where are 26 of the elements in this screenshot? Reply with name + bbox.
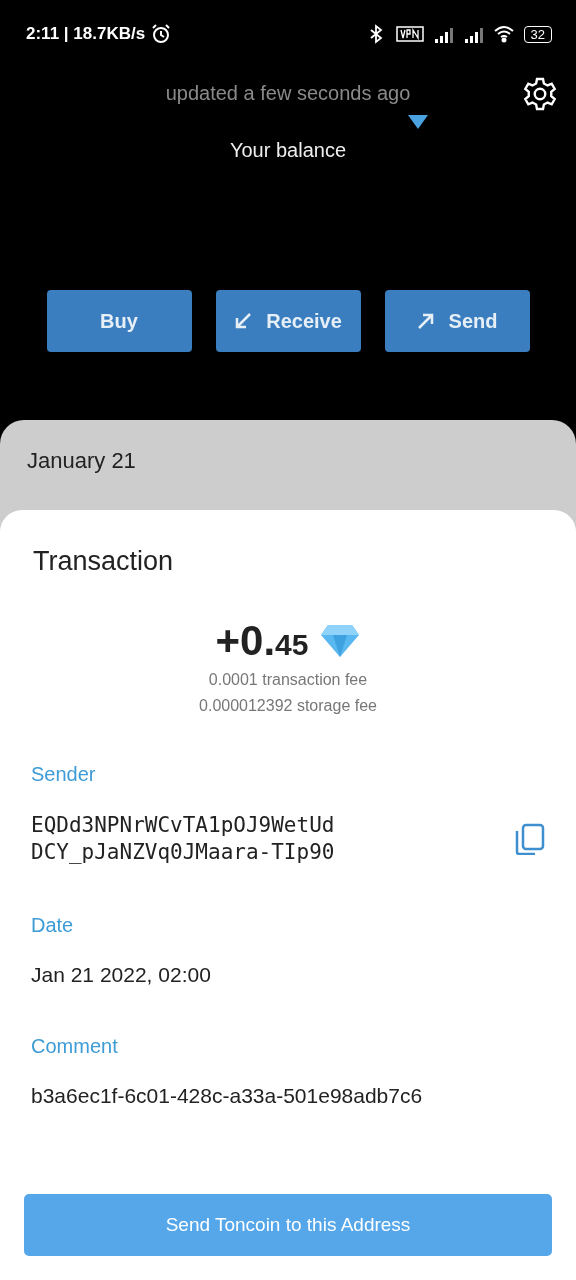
arrow-up-right-icon xyxy=(416,312,435,330)
field-value: b3a6ec1f-6c01-428c-a33a-501e98adb7c6 xyxy=(31,1084,423,1108)
send-button[interactable]: Send Toncoin to this Address xyxy=(24,1194,552,1256)
sheet-title: Transaction xyxy=(33,546,175,577)
field-label: Comment xyxy=(31,1035,119,1058)
fee-text: 0.0001 transaction fee xyxy=(208,671,368,689)
amount-text: +0.45 xyxy=(215,617,309,665)
status-time: 2:11 | 18.7KB/s xyxy=(26,24,146,44)
battery-indicator: 32 xyxy=(523,25,552,43)
date-header: January 21 xyxy=(26,447,137,475)
receive-button[interactable]: Receive xyxy=(215,290,361,352)
update-status: updated a few seconds ago xyxy=(165,82,411,105)
field-value: Jan 21 2022, 02:00 xyxy=(31,963,211,987)
alarm-icon xyxy=(151,24,172,44)
fee-text: 0.000012392 storage fee xyxy=(199,697,377,715)
field-label: Date xyxy=(31,914,75,937)
address-text: EQDd3NPNrWCvTA1pOJ9WetUd DCY_pJaNZVq0JMaara-TIp90 xyxy=(31,812,335,866)
field-label: Sender xyxy=(31,763,97,786)
settings-icon[interactable] xyxy=(522,76,558,112)
copy-icon[interactable] xyxy=(515,823,545,855)
balance-label: Your balance xyxy=(230,139,346,162)
arrow-down-left-icon xyxy=(234,312,253,330)
send-button[interactable]: Send xyxy=(384,290,530,352)
wifi-icon xyxy=(493,24,514,44)
vpn-icon xyxy=(395,26,424,42)
buy-button[interactable]: Buy xyxy=(46,290,192,352)
